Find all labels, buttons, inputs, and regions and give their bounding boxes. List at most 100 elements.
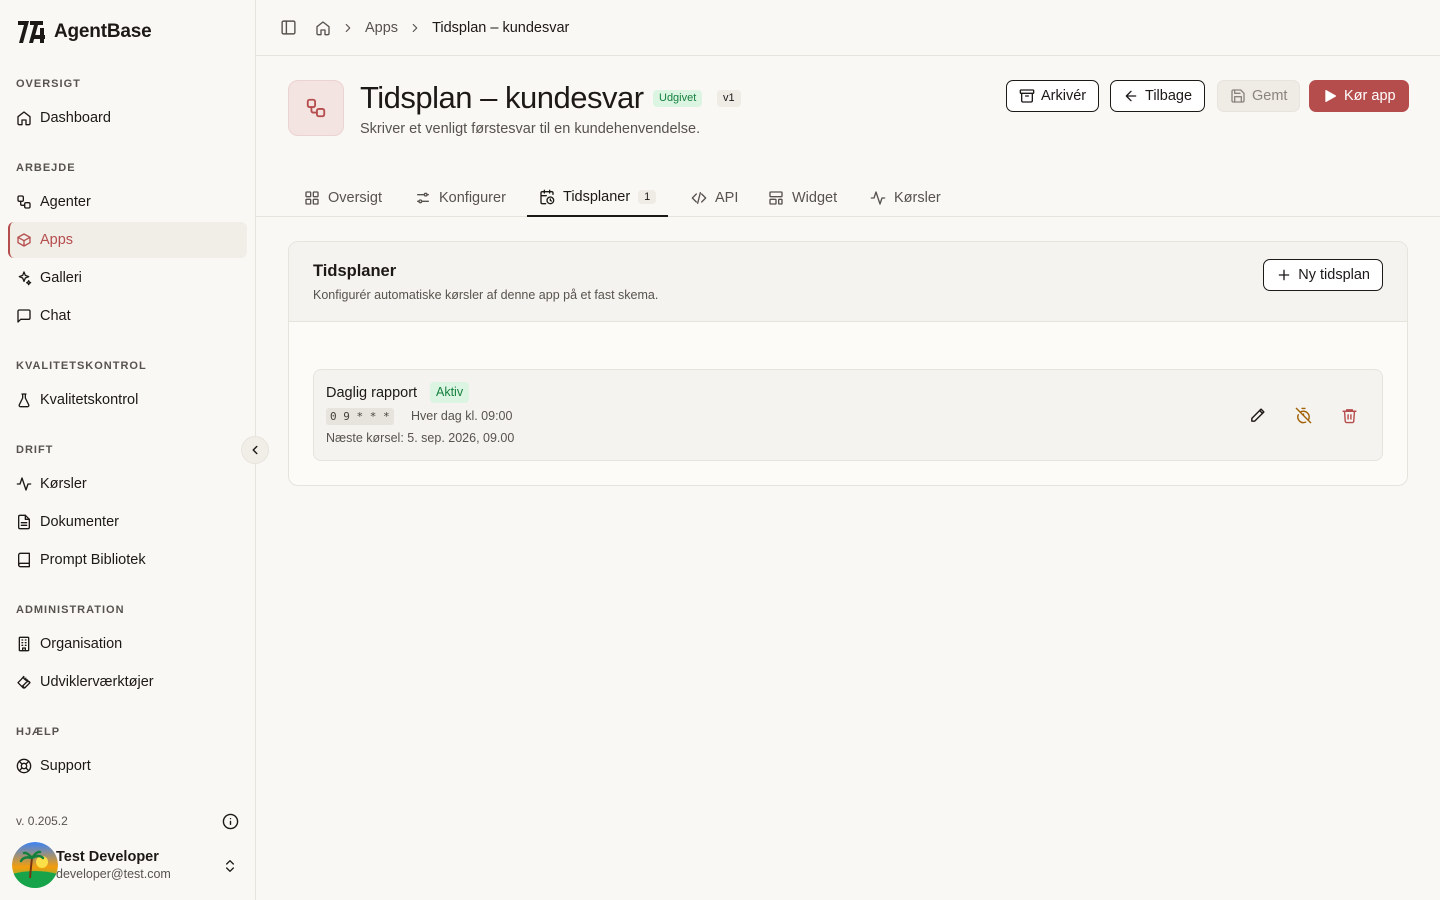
tab-tidsplaner[interactable]: Tidsplaner 1 (527, 178, 669, 217)
home-icon[interactable] (315, 20, 331, 36)
run-app-button[interactable]: Kør app (1309, 80, 1409, 112)
sidebar-item-chat[interactable]: Chat (8, 298, 247, 334)
sidebar-item-label: Prompt Bibliotek (40, 552, 146, 568)
save-button[interactable]: Gemt (1217, 80, 1301, 112)
back-button-label: Tilbage (1145, 88, 1193, 104)
archive-icon (1019, 89, 1035, 103)
new-schedule-label: Ny tidsplan (1298, 267, 1370, 283)
tab-widget[interactable]: Widget (768, 178, 837, 217)
arrow-left-icon (1125, 90, 1137, 102)
sidebar-toggle-icon[interactable] (280, 19, 297, 36)
tab-korsler[interactable]: Kørsler (870, 178, 941, 217)
user-email: developer@test.com (56, 867, 171, 881)
sidebar-item-label: Dokumenter (40, 514, 119, 530)
tab-konfigurer[interactable]: Konfigurer (415, 178, 506, 217)
delete-schedule-button[interactable] (1338, 404, 1360, 426)
message-icon (17, 309, 31, 323)
activity-icon (870, 190, 886, 205)
back-button[interactable]: Tilbage (1110, 80, 1206, 112)
tab-label: Oversigt (328, 189, 382, 206)
new-schedule-button[interactable]: Ny tidsplan (1263, 259, 1383, 291)
sidebar-item-agenter[interactable]: Agenter (8, 184, 247, 220)
sidebar-item-galleri[interactable]: Galleri (8, 260, 247, 296)
sidebar: AgentBase OVERSIGT Dashboard ARBEJDE Age… (0, 0, 256, 900)
sidebar-item-label: Organisation (40, 636, 123, 652)
sidebar-item-organisation[interactable]: Organisation (8, 626, 247, 662)
box-icon (17, 233, 31, 247)
tab-count-badge: 1 (638, 189, 657, 204)
chevrons-up-down-icon (226, 860, 234, 872)
sidebar-item-support[interactable]: Support (8, 748, 247, 784)
sidebar-item-label: Galleri (40, 270, 82, 286)
tab-label: Tidsplaner (563, 188, 631, 205)
nav-section-hjaelp: HJÆLP (16, 726, 61, 738)
sidebar-item-prompt-bibliotek[interactable]: Prompt Bibliotek (8, 542, 247, 578)
tab-api[interactable]: API (691, 178, 738, 217)
breadcrumb-current: Tidsplan – kundesvar (432, 19, 570, 36)
schedule-item: Daglig rapport Aktiv 0 9 * * * Hver dag … (313, 369, 1383, 461)
version-badge: v1 (717, 90, 741, 107)
brand-name: AgentBase (54, 21, 152, 42)
archive-button-label: Arkivér (1041, 88, 1087, 104)
schedule-status-badge: Aktiv (430, 382, 470, 403)
sidebar-item-label: Dashboard (40, 110, 111, 126)
chevron-left-icon (252, 445, 258, 455)
card-header: Tidsplaner Konfigurér automatiske kørsle… (289, 242, 1407, 322)
edit-schedule-button[interactable] (1246, 404, 1268, 426)
home-icon (17, 111, 31, 126)
user-name: Test Developer (56, 849, 159, 865)
schedule-description: Hver dag kl. 09:00 (411, 409, 513, 423)
run-app-button-label: Kør app (1344, 88, 1396, 104)
user-menu[interactable]: Test Developer developer@test.com (12, 842, 248, 888)
code-icon (691, 191, 707, 204)
breadcrumb-apps[interactable]: Apps (365, 20, 398, 36)
flask-icon (18, 393, 30, 408)
schedule-name: Daglig rapport (326, 385, 418, 401)
save-button-label: Gemt (1252, 88, 1288, 104)
layout-grid-icon (305, 190, 319, 205)
sidebar-item-dashboard[interactable]: Dashboard (8, 100, 247, 136)
chevron-right-icon (345, 23, 351, 32)
sidebar-item-label: Kørsler (40, 476, 87, 492)
layout-template-icon (769, 190, 783, 205)
lifebuoy-icon (16, 758, 32, 774)
tab-label: Widget (792, 189, 838, 206)
info-icon[interactable] (222, 813, 239, 830)
workflow-icon (306, 98, 326, 118)
timer-off-icon (1295, 407, 1311, 423)
card-description: Konfigurér automatiske kørsler af denne … (313, 288, 659, 302)
page-title: Tidsplan – kundesvar (360, 80, 644, 115)
sidebar-item-label: Kvalitetskontrol (40, 392, 139, 408)
sidebar-item-label: Agenter (40, 194, 91, 210)
sidebar-item-korsler[interactable]: Kørsler (8, 466, 247, 502)
nav-section-kvalitetskontrol: KVALITETSKONTROL (16, 360, 147, 372)
sidebar-item-label: Chat (40, 308, 71, 324)
tab-oversigt[interactable]: Oversigt (304, 178, 382, 217)
sidebar-item-kvalitetskontrol[interactable]: Kvalitetskontrol (8, 382, 247, 418)
sidebar-item-udviklervaerktojer[interactable]: Udviklerværktøjer (8, 664, 247, 700)
workflow-icon (17, 195, 31, 209)
tab-label: Konfigurer (439, 189, 506, 206)
sidebar-item-dokumenter[interactable]: Dokumenter (8, 504, 247, 540)
tab-bar: Oversigt Konfigurer Tidsplaner 1 API Wid… (256, 178, 1440, 217)
chevron-right-icon (412, 23, 418, 32)
file-text-icon (18, 514, 30, 530)
sidebar-item-label: Udviklerværktøjer (40, 674, 154, 690)
pencil-icon (1250, 407, 1265, 422)
book-icon (18, 552, 30, 568)
sidebar-item-apps[interactable]: Apps (8, 222, 247, 258)
agentbase-logo-icon (18, 21, 45, 43)
nav-section-drift: DRIFT (16, 444, 54, 456)
archive-button[interactable]: Arkivér (1006, 80, 1100, 112)
calendar-clock-icon (540, 189, 555, 204)
avatar (12, 842, 58, 888)
card-title: Tidsplaner (313, 262, 397, 280)
plus-icon (1278, 269, 1290, 281)
brand[interactable]: AgentBase (16, 18, 152, 46)
status-badge: Udgivet (653, 90, 703, 107)
play-icon (1325, 90, 1336, 102)
pause-schedule-button[interactable] (1292, 404, 1314, 426)
schedules-card: Tidsplaner Konfigurér automatiske kørsle… (288, 241, 1408, 486)
wrench-icon (17, 675, 31, 689)
sidebar-collapse-button[interactable] (241, 436, 269, 464)
